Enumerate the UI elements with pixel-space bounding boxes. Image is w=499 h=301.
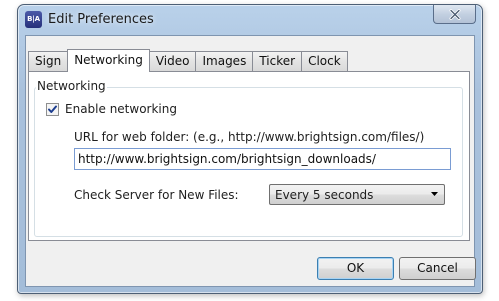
close-button[interactable] [433,5,476,24]
dialog-footer: OK Cancel [28,251,476,285]
enable-networking-checkbox[interactable] [46,103,59,116]
tab-clock[interactable]: Clock [301,51,348,71]
ok-button[interactable]: OK [317,257,394,280]
check-server-dropdown[interactable]: Every 5 seconds [269,184,445,205]
networking-group-title: Networking [36,79,107,93]
tab-images[interactable]: Images [195,51,254,71]
check-server-label: Check Server for New Files: [74,188,239,202]
url-input[interactable] [74,148,451,170]
tab-networking[interactable]: Networking [67,49,150,72]
tab-strip: Sign Networking Video Images Ticker Cloc… [28,49,348,72]
checkmark-icon [48,105,57,113]
check-server-value: Every 5 seconds [275,188,374,202]
close-icon [449,8,460,20]
dialog-client-area: Sign Networking Video Images Ticker Cloc… [25,35,476,287]
tab-sign[interactable]: Sign [28,51,69,71]
app-icon: B|A [25,11,42,28]
dropdown-arrow-icon [431,192,438,196]
tab-ticker[interactable]: Ticker [252,51,303,71]
dialog-title: Edit Preferences [48,12,154,27]
networking-tab-panel: Networking Enable networking URL for web… [28,71,470,241]
url-field-label: URL for web folder: (e.g., http://www.br… [74,130,425,144]
title-bar[interactable]: B|A Edit Preferences [18,5,482,35]
enable-networking-label[interactable]: Enable networking [65,102,177,116]
preferences-dialog: B|A Edit Preferences Sign Networking Vid… [17,4,483,294]
tab-video[interactable]: Video [148,51,197,71]
cancel-button[interactable]: Cancel [399,257,476,280]
